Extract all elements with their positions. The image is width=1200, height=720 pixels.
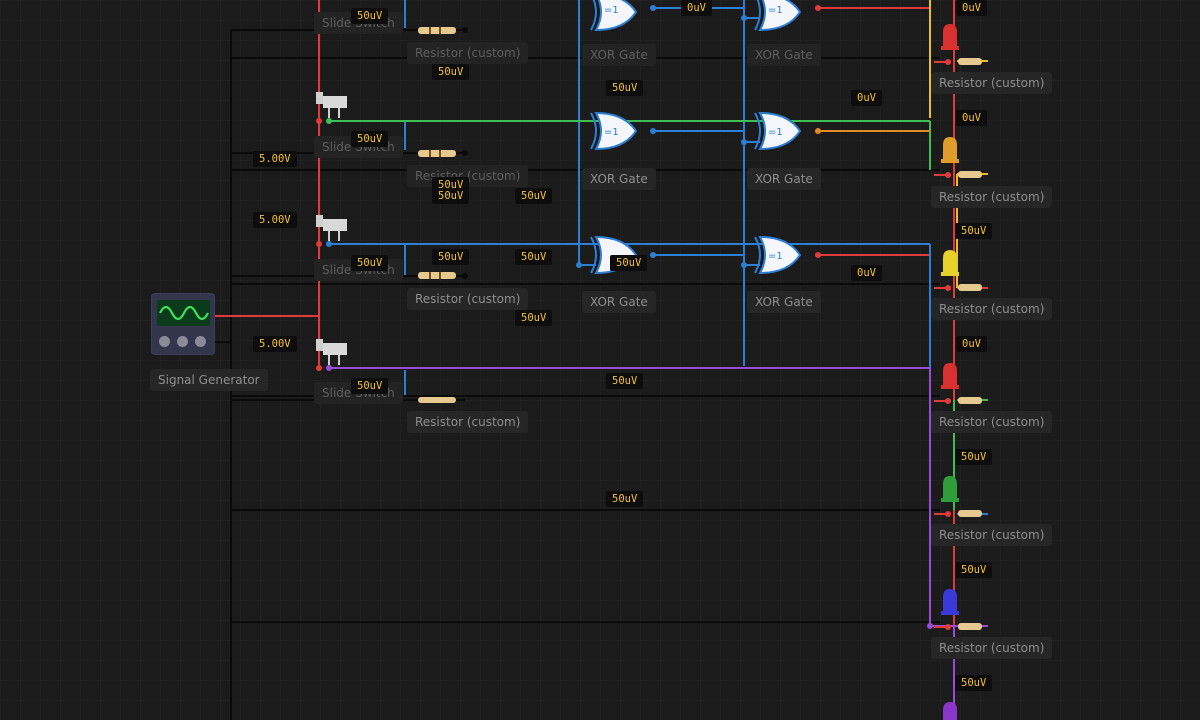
voltage-readout: 50uV: [432, 64, 470, 80]
voltage-readout: 0uV: [851, 265, 882, 281]
resistor-label-4: Resistor (custom): [407, 411, 529, 433]
voltage-readout: 50uV: [610, 255, 648, 271]
voltage-readout: 50uV: [432, 249, 470, 265]
led-resistor-5: [958, 510, 982, 517]
resistor-4: [418, 397, 456, 403]
voltage-readout: 50uV: [351, 8, 389, 24]
signal-generator-label: Signal Generator: [150, 369, 268, 391]
led-resistor-label-5: Resistor (custom): [931, 524, 1053, 546]
xor-gate-label-3: XOR Gate: [582, 168, 656, 190]
grid-background: [0, 0, 1200, 720]
resistor-label-1: Resistor (custom): [407, 42, 529, 64]
led-resistor-label-1: Resistor (custom): [931, 72, 1053, 94]
voltage-readout: 50uV: [955, 675, 993, 691]
led-resistor-6: [958, 623, 982, 630]
voltage-readout: 5.00V: [253, 212, 297, 228]
xor-gate-label-2: XOR Gate: [747, 44, 821, 66]
knob-3[interactable]: [195, 336, 206, 347]
voltage-readout: 50uV: [606, 491, 644, 507]
voltage-readout: 50uV: [515, 188, 553, 204]
voltage-readout: 50uV: [955, 562, 993, 578]
svg-text:=1: =1: [768, 251, 783, 262]
voltage-readout: 50uV: [955, 449, 993, 465]
knob-2[interactable]: [177, 336, 188, 347]
resistor-2: [418, 150, 456, 157]
xor-gate-label-5: XOR Gate: [582, 291, 656, 313]
sine-wave-icon: [159, 305, 209, 321]
voltage-readout: 0uV: [851, 90, 882, 106]
voltage-readout: 50uV: [955, 223, 993, 239]
resistor-1: [418, 27, 456, 34]
signal-generator[interactable]: [151, 293, 215, 355]
voltage-readout: 0uV: [956, 0, 987, 16]
xor-gate-label-4: XOR Gate: [747, 168, 821, 190]
voltage-readout: 0uV: [956, 336, 987, 352]
led-resistor-1: [958, 58, 982, 65]
svg-text:=1: =1: [768, 5, 783, 16]
resistor-label-3: Resistor (custom): [407, 288, 529, 310]
svg-text:=1: =1: [604, 127, 619, 138]
led-resistor-label-3: Resistor (custom): [931, 298, 1053, 320]
voltage-readout: 0uV: [681, 0, 712, 16]
oscilloscope-screen: [157, 300, 210, 326]
voltage-readout: 50uV: [606, 80, 644, 96]
voltage-readout: 50uV: [351, 378, 389, 394]
svg-text:=1: =1: [768, 127, 783, 138]
led-resistor-3: [958, 284, 982, 291]
voltage-readout: 50uV: [351, 131, 389, 147]
voltage-readout: 50uV: [351, 255, 389, 271]
voltage-readout: 50uV: [515, 249, 553, 265]
voltage-readout: 50uV: [515, 310, 553, 326]
voltage-readout: 50uV: [606, 373, 644, 389]
svg-text:=1: =1: [604, 5, 619, 16]
led-resistor-2: [958, 171, 982, 178]
voltage-readout: 50uV: [432, 188, 470, 204]
voltage-readout: 5.00V: [253, 151, 297, 167]
voltage-readout: 5.00V: [253, 336, 297, 352]
xor-gate-label-6: XOR Gate: [747, 291, 821, 313]
voltage-readout: 0uV: [956, 110, 987, 126]
xor-gate-label-1: XOR Gate: [582, 44, 656, 66]
led-resistor-label-6: Resistor (custom): [931, 637, 1053, 659]
led-resistor-4: [958, 397, 982, 404]
knob-1[interactable]: [159, 336, 170, 347]
led-resistor-label-4: Resistor (custom): [931, 411, 1053, 433]
led-resistor-label-2: Resistor (custom): [931, 186, 1053, 208]
circuit-canvas[interactable]: =1 =1 =1 =1 =1: [0, 0, 1200, 720]
resistor-3: [418, 272, 456, 279]
